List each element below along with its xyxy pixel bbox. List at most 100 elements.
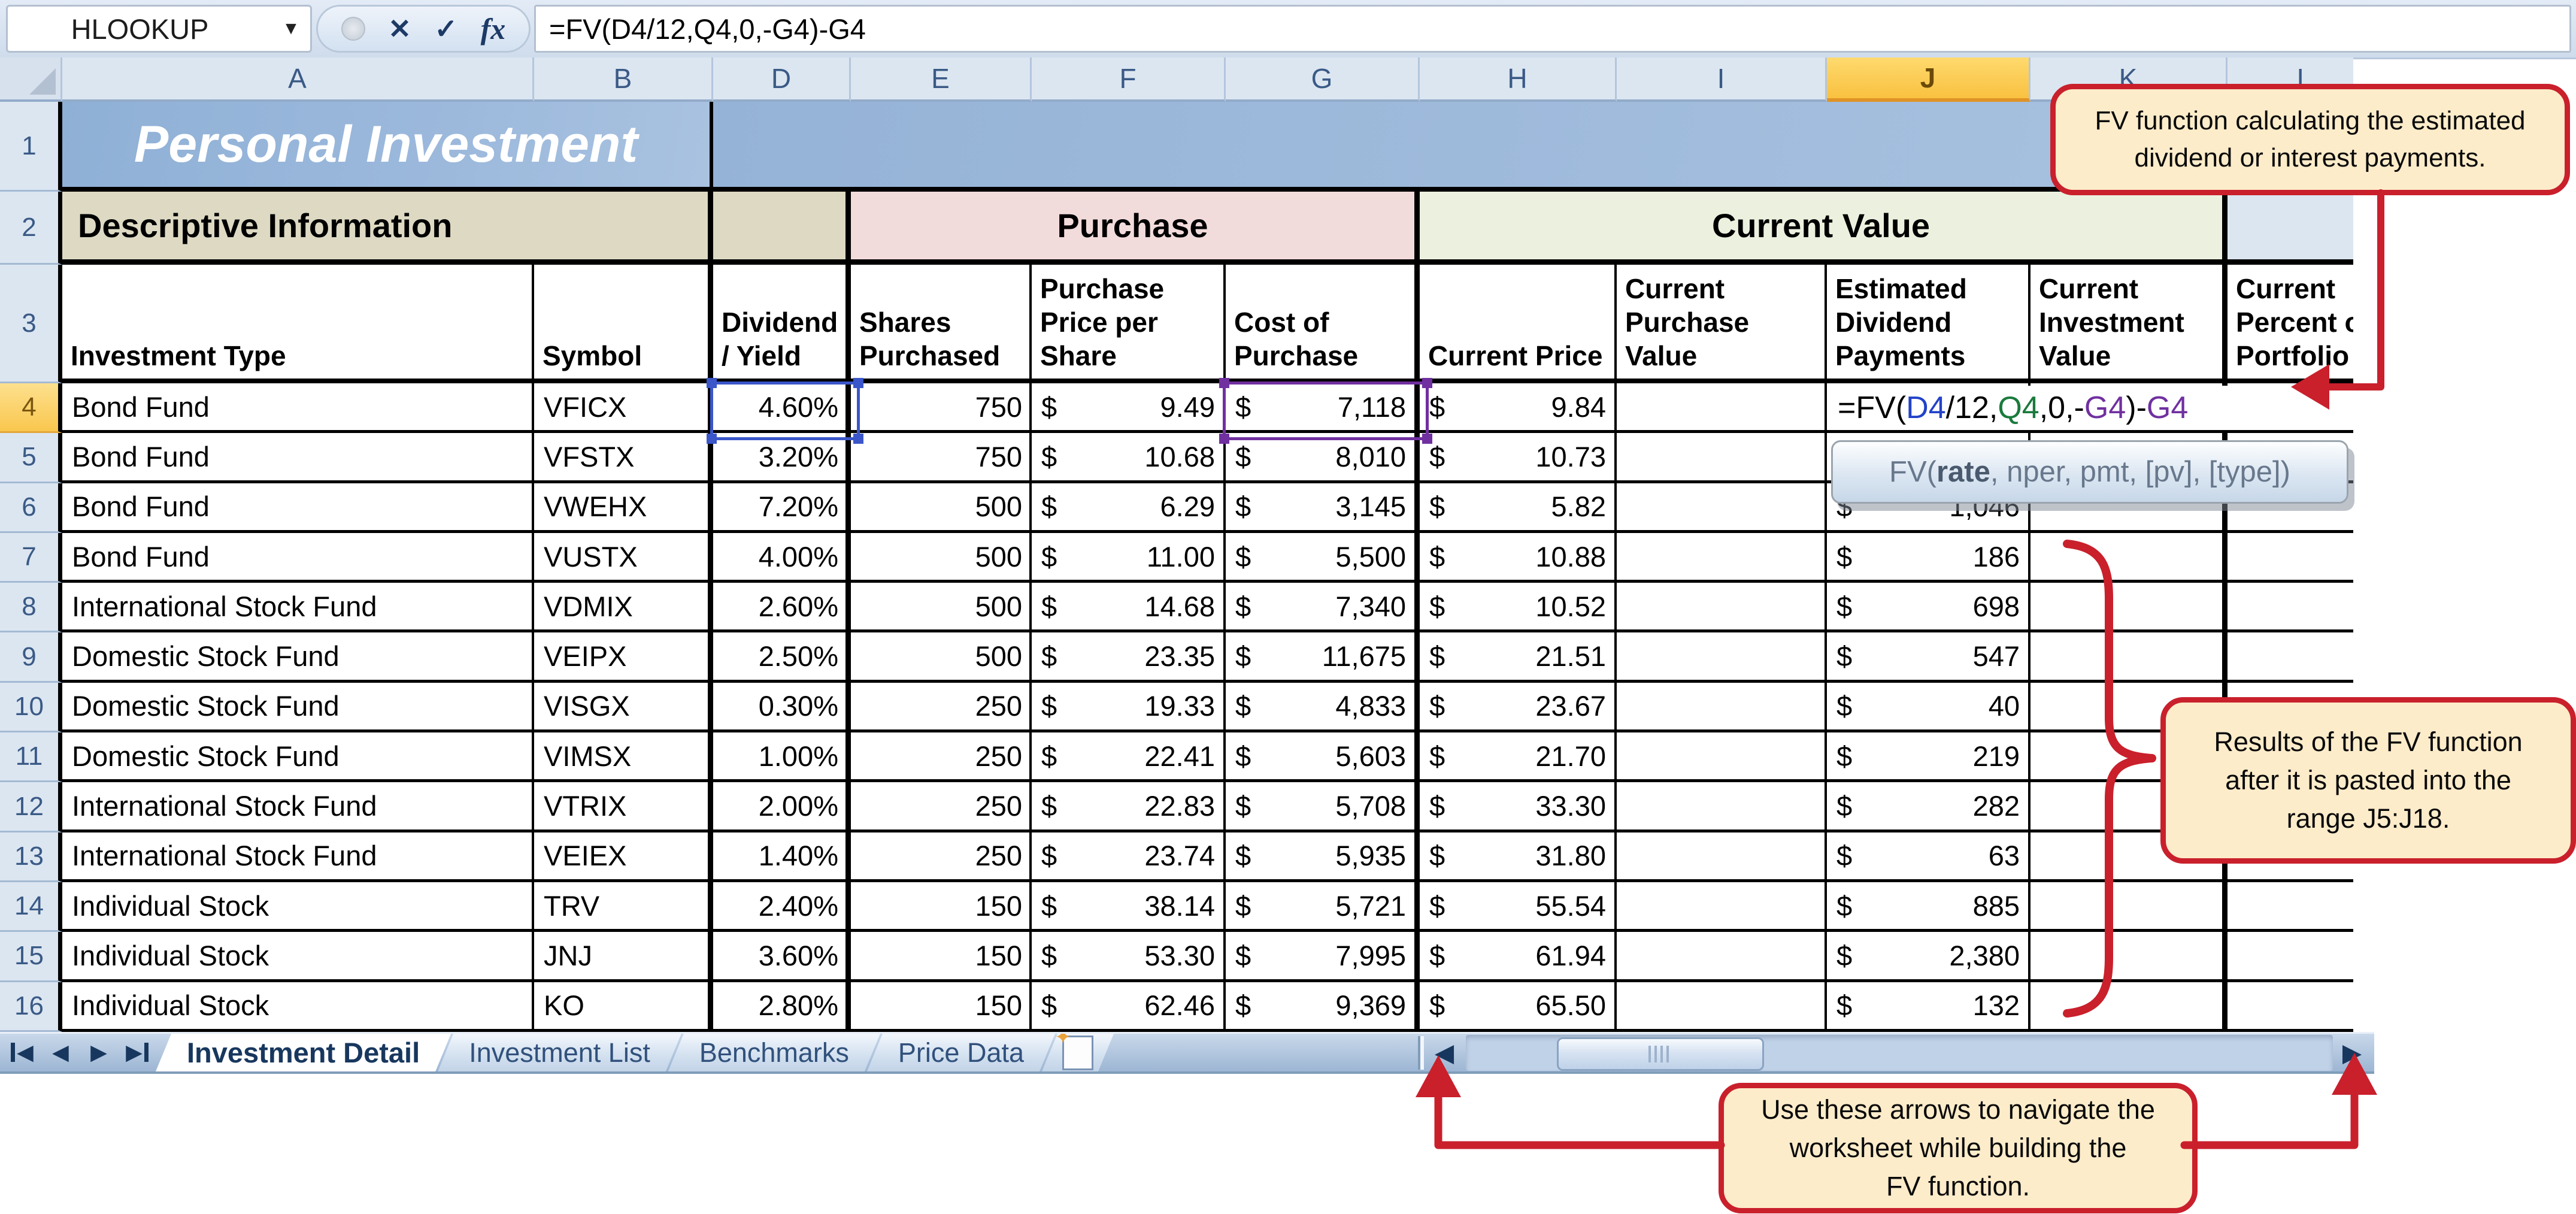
row-header-10[interactable]: 10 bbox=[0, 683, 62, 732]
section-current-value[interactable]: Current Value bbox=[1420, 192, 2228, 265]
cell-E13[interactable]: 250 bbox=[851, 832, 1032, 882]
cell-J16[interactable]: $132 bbox=[1827, 982, 2031, 1032]
cell-L15[interactable] bbox=[2228, 932, 2353, 982]
cell-B8[interactable]: VDMIX bbox=[534, 583, 713, 632]
section-descriptive-information[interactable]: Descriptive Information bbox=[62, 192, 713, 265]
row-header-12[interactable]: 12 bbox=[0, 782, 62, 832]
cancel-icon[interactable]: ✕ bbox=[388, 13, 411, 45]
cell-J8[interactable]: $698 bbox=[1827, 583, 2031, 632]
row-header-8[interactable]: 8 bbox=[0, 583, 62, 632]
cell-D13[interactable]: 1.40% bbox=[713, 832, 851, 882]
cell-F6[interactable]: $6.29 bbox=[1032, 483, 1226, 533]
cell-G5[interactable]: $8,010 bbox=[1226, 433, 1420, 483]
cell-E16[interactable]: 150 bbox=[851, 982, 1032, 1032]
cell-A4[interactable]: Bond Fund bbox=[62, 383, 534, 433]
cell-G9[interactable]: $11,675 bbox=[1226, 632, 1420, 682]
cell-G4[interactable]: $7,118 bbox=[1226, 383, 1420, 433]
cell-G16[interactable]: $9,369 bbox=[1226, 982, 1420, 1032]
cell-K16[interactable] bbox=[2031, 982, 2228, 1032]
cell-I12[interactable] bbox=[1617, 782, 1827, 832]
cell-I11[interactable] bbox=[1617, 732, 1827, 782]
cell-I8[interactable] bbox=[1617, 583, 1827, 632]
row-header-13[interactable]: 13 bbox=[0, 832, 62, 882]
cell-E11[interactable]: 250 bbox=[851, 732, 1032, 782]
cell-D5[interactable]: 3.20% bbox=[713, 433, 851, 483]
cell-F10[interactable]: $19.33 bbox=[1032, 683, 1226, 732]
cell-I13[interactable] bbox=[1617, 832, 1827, 882]
column-header-E[interactable]: E bbox=[851, 57, 1032, 102]
cell-A16[interactable]: Individual Stock bbox=[62, 982, 534, 1032]
cell-D7[interactable]: 4.00% bbox=[713, 533, 851, 583]
cell-H14[interactable]: $55.54 bbox=[1420, 882, 1617, 932]
scrollbar-thumb[interactable] bbox=[1557, 1037, 1764, 1071]
cell-L2[interactable] bbox=[2228, 192, 2353, 265]
cell-I16[interactable] bbox=[1617, 982, 1827, 1032]
cell-I14[interactable] bbox=[1617, 882, 1827, 932]
row-header-4[interactable]: 4 bbox=[0, 383, 62, 433]
cell-A5[interactable]: Bond Fund bbox=[62, 433, 534, 483]
scroll-right-icon[interactable]: ▶ bbox=[2333, 1034, 2371, 1071]
cell-G6[interactable]: $3,145 bbox=[1226, 483, 1420, 533]
cell-J10[interactable]: $40 bbox=[1827, 683, 2031, 732]
row-header-9[interactable]: 9 bbox=[0, 632, 62, 682]
cell-B16[interactable]: KO bbox=[534, 982, 713, 1032]
cell-B9[interactable]: VEIPX bbox=[534, 632, 713, 682]
cell-F16[interactable]: $62.46 bbox=[1032, 982, 1226, 1032]
cell-H10[interactable]: $23.67 bbox=[1420, 683, 1617, 732]
sheet-title[interactable]: Personal Investment bbox=[62, 102, 713, 192]
cell-F4[interactable]: $9.49 bbox=[1032, 383, 1226, 433]
cell-I4[interactable] bbox=[1617, 383, 1827, 433]
cell-D16[interactable]: 2.80% bbox=[713, 982, 851, 1032]
row-header-6[interactable]: 6 bbox=[0, 483, 62, 533]
cell-H8[interactable]: $10.52 bbox=[1420, 583, 1617, 632]
section-purchase[interactable]: Purchase bbox=[851, 192, 1420, 265]
cell-D14[interactable]: 2.40% bbox=[713, 882, 851, 932]
cell-J12[interactable]: $282 bbox=[1827, 782, 2031, 832]
cell-H13[interactable]: $31.80 bbox=[1420, 832, 1617, 882]
cell-G15[interactable]: $7,995 bbox=[1226, 932, 1420, 982]
cell-G8[interactable]: $7,340 bbox=[1226, 583, 1420, 632]
cell-J14[interactable]: $885 bbox=[1827, 882, 2031, 932]
horizontal-scrollbar[interactable] bbox=[1466, 1035, 2333, 1071]
column-header-B[interactable]: B bbox=[534, 57, 713, 102]
cell-H6[interactable]: $5.82 bbox=[1420, 483, 1617, 533]
cell-A7[interactable]: Bond Fund bbox=[62, 533, 534, 583]
cell-H12[interactable]: $33.30 bbox=[1420, 782, 1617, 832]
tab-investment-list[interactable]: Investment List bbox=[438, 1034, 681, 1071]
cell-D9[interactable]: 2.50% bbox=[713, 632, 851, 682]
cell-E10[interactable]: 250 bbox=[851, 683, 1032, 732]
cell-E15[interactable]: 150 bbox=[851, 932, 1032, 982]
cell-G14[interactable]: $5,721 bbox=[1226, 882, 1420, 932]
last-sheet-icon[interactable]: ▶ bbox=[120, 1036, 154, 1068]
cell-F12[interactable]: $22.83 bbox=[1032, 782, 1226, 832]
cell-F15[interactable]: $53.30 bbox=[1032, 932, 1226, 982]
name-box[interactable]: HLOOKUP ▼ bbox=[6, 5, 312, 53]
cell-F9[interactable]: $23.35 bbox=[1032, 632, 1226, 682]
cell-H9[interactable]: $21.51 bbox=[1420, 632, 1617, 682]
cell-L8[interactable] bbox=[2228, 583, 2353, 632]
cell-K8[interactable] bbox=[2031, 583, 2228, 632]
cell-L3[interactable]: Current Percent of Portfolio bbox=[2228, 265, 2353, 383]
cell-J11[interactable]: $219 bbox=[1827, 732, 2031, 782]
cell-A15[interactable]: Individual Stock bbox=[62, 932, 534, 982]
cell-F11[interactable]: $22.41 bbox=[1032, 732, 1226, 782]
cell-J3[interactable]: Estimated Dividend Payments bbox=[1827, 265, 2031, 383]
cell-D8[interactable]: 2.60% bbox=[713, 583, 851, 632]
cell-I9[interactable] bbox=[1617, 632, 1827, 682]
cell-F13[interactable]: $23.74 bbox=[1032, 832, 1226, 882]
enter-icon[interactable]: ✓ bbox=[434, 13, 457, 45]
row-header-1[interactable]: 1 bbox=[0, 102, 62, 192]
formula-input[interactable]: =FV(D4/12,Q4,0,-G4)-G4 bbox=[534, 5, 2571, 53]
cell-A12[interactable]: International Stock Fund bbox=[62, 782, 534, 832]
cell-E14[interactable]: 150 bbox=[851, 882, 1032, 932]
cell-B14[interactable]: TRV bbox=[534, 882, 713, 932]
cell-L14[interactable] bbox=[2228, 882, 2353, 932]
cell-K14[interactable] bbox=[2031, 882, 2228, 932]
row-header-3[interactable]: 3 bbox=[0, 265, 62, 383]
row-header-16[interactable]: 16 bbox=[0, 982, 62, 1032]
cell-L9[interactable] bbox=[2228, 632, 2353, 682]
column-header-H[interactable]: H bbox=[1420, 57, 1617, 102]
cell-E9[interactable]: 500 bbox=[851, 632, 1032, 682]
cell-A6[interactable]: Bond Fund bbox=[62, 483, 534, 533]
cell-L16[interactable] bbox=[2228, 982, 2353, 1032]
